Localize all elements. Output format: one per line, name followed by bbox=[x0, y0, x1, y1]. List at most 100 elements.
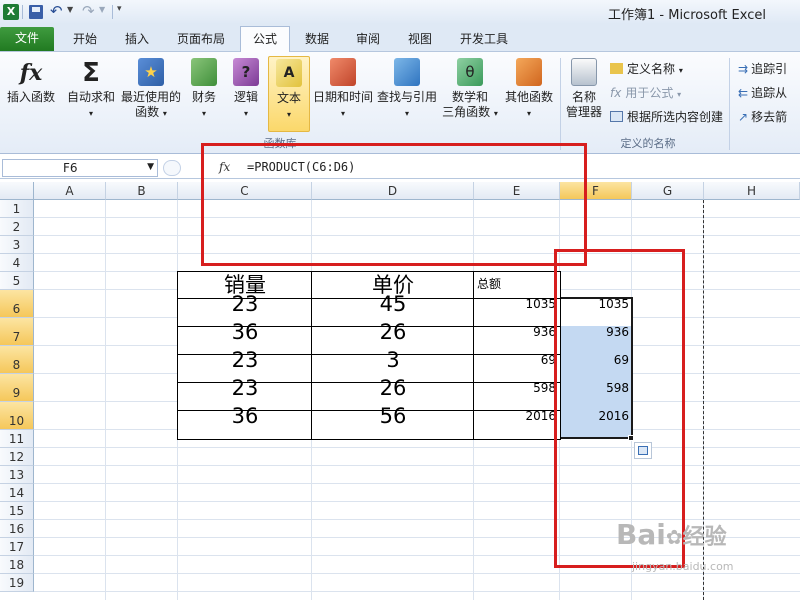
title-bar: X ↶ ▼ ↷ ▼ ▾ 工作簿1 - Microsoft Excel bbox=[0, 0, 800, 24]
logic-book-icon: ? bbox=[233, 58, 259, 86]
window-title: 工作簿1 - Microsoft Excel bbox=[608, 8, 766, 23]
lookup-reference-button[interactable]: 查找与引用 ▾ bbox=[376, 58, 438, 121]
row-header-18[interactable]: 18 bbox=[0, 556, 34, 574]
trace-dependents-button[interactable]: ⇇ 追踪从 bbox=[738, 84, 787, 101]
cell-e8[interactable]: 69 bbox=[474, 348, 556, 372]
calendar-book-icon bbox=[330, 58, 356, 86]
name-manager-button[interactable]: 名称 管理器 bbox=[562, 58, 606, 120]
redo-dropdown-icon[interactable]: ▼ bbox=[99, 5, 105, 14]
cell-d7[interactable]: 26 bbox=[312, 319, 474, 345]
name-manager-icon bbox=[571, 58, 597, 86]
math-trig-button[interactable]: θ 数学和 三角函数 ▾ bbox=[440, 58, 500, 121]
tab-file[interactable]: 文件 bbox=[0, 27, 54, 51]
cell-c7[interactable]: 36 bbox=[178, 319, 312, 345]
row-header-5[interactable]: 5 bbox=[0, 272, 34, 290]
row-header-19[interactable]: 19 bbox=[0, 574, 34, 592]
table-header-total[interactable]: 总额 bbox=[477, 277, 563, 291]
save-icon[interactable] bbox=[29, 5, 43, 19]
trace-precedents-icon: ⇉ bbox=[738, 62, 749, 76]
auto-fill-icon bbox=[638, 446, 648, 455]
undo-dropdown-icon[interactable]: ▼ bbox=[67, 5, 73, 14]
cell-c9[interactable]: 23 bbox=[178, 375, 312, 401]
group-label-defined-names: 定义的名称 bbox=[620, 137, 676, 150]
row-header-1[interactable]: 1 bbox=[0, 200, 34, 218]
cell-e10[interactable]: 2016 bbox=[474, 404, 556, 428]
cell-d9[interactable]: 26 bbox=[312, 375, 474, 401]
select-all-corner[interactable] bbox=[0, 182, 34, 200]
undo-icon[interactable]: ↶ bbox=[50, 2, 63, 20]
cell-d10[interactable]: 56 bbox=[312, 403, 474, 429]
row-header-11[interactable]: 11 bbox=[0, 430, 34, 448]
watermark-logo: Bai✿经验 bbox=[616, 518, 727, 551]
tab-developer[interactable]: 开发工具 bbox=[451, 30, 517, 50]
remove-arrows-icon: ↗ bbox=[738, 110, 749, 124]
financial-button[interactable]: 财务 ▾ bbox=[186, 58, 222, 121]
tab-home[interactable]: 开始 bbox=[62, 30, 108, 50]
tab-view[interactable]: 视图 bbox=[399, 30, 441, 50]
table-grid-icon bbox=[610, 111, 623, 122]
use-in-formula-button[interactable]: fx 用于公式 ▾ bbox=[610, 84, 681, 101]
theta-book-icon: θ bbox=[457, 58, 483, 86]
row-header-7[interactable]: 7 bbox=[0, 318, 34, 346]
column-header-h[interactable]: H bbox=[704, 182, 800, 200]
row-header-6[interactable]: 6 bbox=[0, 290, 34, 318]
column-header-b[interactable]: B bbox=[106, 182, 178, 200]
row-header-12[interactable]: 12 bbox=[0, 448, 34, 466]
finance-book-icon bbox=[191, 58, 217, 86]
cell-d8[interactable]: 3 bbox=[312, 347, 474, 373]
row-header-15[interactable]: 15 bbox=[0, 502, 34, 520]
column-header-a[interactable]: A bbox=[34, 182, 106, 200]
row-header-10[interactable]: 10 bbox=[0, 402, 34, 430]
cell-e9[interactable]: 598 bbox=[474, 376, 556, 400]
row-header-9[interactable]: 9 bbox=[0, 374, 34, 402]
cell-e6[interactable]: 1035 bbox=[474, 292, 556, 316]
row-header-13[interactable]: 13 bbox=[0, 466, 34, 484]
paw-icon: ✿ bbox=[665, 525, 683, 549]
row-header-4[interactable]: 4 bbox=[0, 254, 34, 272]
cell-e7[interactable]: 936 bbox=[474, 320, 556, 344]
auto-fill-options-button[interactable] bbox=[634, 442, 652, 459]
cell-c8[interactable]: 23 bbox=[178, 347, 312, 373]
tab-review[interactable]: 审阅 bbox=[347, 30, 389, 50]
autosum-button[interactable]: Σ 自动求和 ▾ bbox=[64, 58, 118, 121]
name-box[interactable]: F6 ▼ bbox=[2, 159, 158, 177]
star-book-icon: ★ bbox=[138, 58, 164, 86]
insert-function-button[interactable]: fx 插入函数 bbox=[4, 58, 58, 105]
text-functions-button[interactable]: A 文本 ▾ bbox=[268, 56, 310, 132]
cell-d6[interactable]: 45 bbox=[312, 291, 474, 317]
tag-icon bbox=[610, 63, 623, 74]
fx-icon: fx bbox=[19, 60, 43, 86]
cell-c6[interactable]: 23 bbox=[178, 291, 312, 317]
create-from-selection-button[interactable]: 根据所选内容创建 bbox=[610, 108, 723, 125]
formula-bar-resize-handle[interactable] bbox=[163, 160, 181, 176]
sigma-icon: Σ bbox=[82, 58, 100, 88]
magnifier-book-icon bbox=[394, 58, 420, 86]
remove-arrows-button[interactable]: ↗ 移去箭 bbox=[738, 108, 787, 125]
row-header-3[interactable]: 3 bbox=[0, 236, 34, 254]
column-header-g[interactable]: G bbox=[632, 182, 704, 200]
customize-qat-icon[interactable]: ▾ bbox=[117, 4, 122, 14]
row-header-14[interactable]: 14 bbox=[0, 484, 34, 502]
row-header-8[interactable]: 8 bbox=[0, 346, 34, 374]
watermark-site: jingyan.baidu.com bbox=[632, 560, 734, 573]
tab-data[interactable]: 数据 bbox=[296, 30, 338, 50]
text-book-icon: A bbox=[276, 59, 302, 87]
row-header-17[interactable]: 17 bbox=[0, 538, 34, 556]
excel-app-icon[interactable]: X bbox=[3, 4, 19, 20]
row-header-2[interactable]: 2 bbox=[0, 218, 34, 236]
redo-icon[interactable]: ↷ bbox=[82, 2, 95, 20]
tab-page-layout[interactable]: 页面布局 bbox=[168, 30, 234, 50]
name-box-dropdown-icon[interactable]: ▼ bbox=[147, 162, 154, 172]
tab-formulas[interactable]: 公式 bbox=[240, 26, 290, 53]
name-box-value: F6 bbox=[63, 161, 78, 175]
row-header-16[interactable]: 16 bbox=[0, 520, 34, 538]
more-books-icon bbox=[516, 58, 542, 86]
more-functions-button[interactable]: 其他函数 ▾ bbox=[501, 58, 557, 121]
trace-precedents-button[interactable]: ⇉ 追踪引 bbox=[738, 60, 787, 77]
recent-functions-button[interactable]: ★ 最近使用的 函数 ▾ bbox=[118, 58, 184, 121]
define-name-button[interactable]: 定义名称 ▾ bbox=[610, 60, 683, 77]
date-time-button[interactable]: 日期和时间 ▾ bbox=[311, 58, 375, 121]
tab-insert[interactable]: 插入 bbox=[114, 30, 160, 50]
logical-button[interactable]: ? 逻辑 ▾ bbox=[228, 58, 264, 121]
cell-c10[interactable]: 36 bbox=[178, 403, 312, 429]
